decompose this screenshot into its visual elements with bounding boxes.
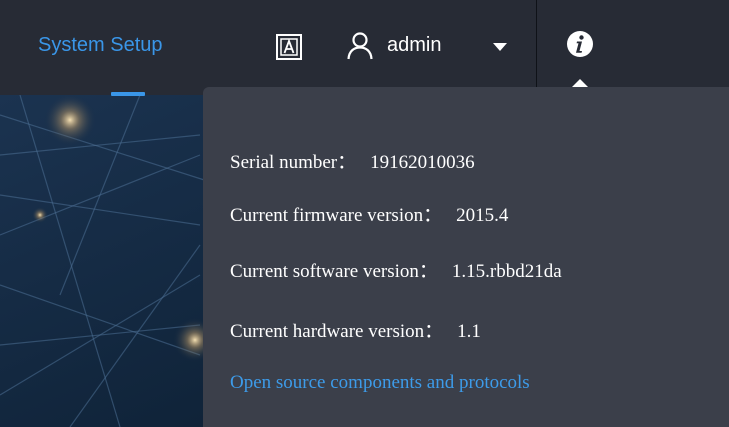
open-source-link[interactable]: Open source components and protocols xyxy=(230,372,530,394)
hardware-version-row: Current hardware version： 1.1 xyxy=(230,316,481,343)
nav-system-setup[interactable]: System Setup xyxy=(38,34,163,57)
hardware-version-value: 1.1 xyxy=(457,321,481,342)
software-version-label: Current software version xyxy=(230,261,419,282)
serial-number-label: Serial number xyxy=(230,152,338,173)
label-separator: ： xyxy=(424,321,444,342)
software-version-value: 1.15.rbbd21da xyxy=(451,261,562,282)
software-version-row: Current software version： 1.15.rbbd21da xyxy=(230,256,562,283)
label-separator: ： xyxy=(337,152,357,173)
serial-number-row: Serial number： 19162010036 xyxy=(230,147,475,174)
serial-number-value: 19162010036 xyxy=(370,152,475,173)
user-outline-icon[interactable] xyxy=(346,31,374,61)
firmware-version-label: Current firmware version xyxy=(230,205,424,226)
user-menu-name[interactable]: admin xyxy=(387,34,441,57)
label-separator: ： xyxy=(423,205,443,226)
hardware-version-label: Current hardware version xyxy=(230,321,425,342)
firmware-version-value: 2015.4 xyxy=(456,205,509,226)
caret-down-icon[interactable] xyxy=(493,43,507,51)
label-separator: ： xyxy=(418,261,438,282)
device-info-popover: Serial number： 19162010036 Current firmwa… xyxy=(203,87,729,427)
app-screen: System Setup admin Serial number： 1916201… xyxy=(0,0,729,427)
language-a-icon[interactable] xyxy=(274,32,304,62)
firmware-version-row: Current firmware version： 2015.4 xyxy=(230,200,508,227)
nav-divider xyxy=(536,0,537,95)
info-circle-icon[interactable] xyxy=(566,30,594,58)
top-navigation-bar: System Setup admin xyxy=(0,0,729,96)
active-tab-indicator xyxy=(111,92,145,96)
